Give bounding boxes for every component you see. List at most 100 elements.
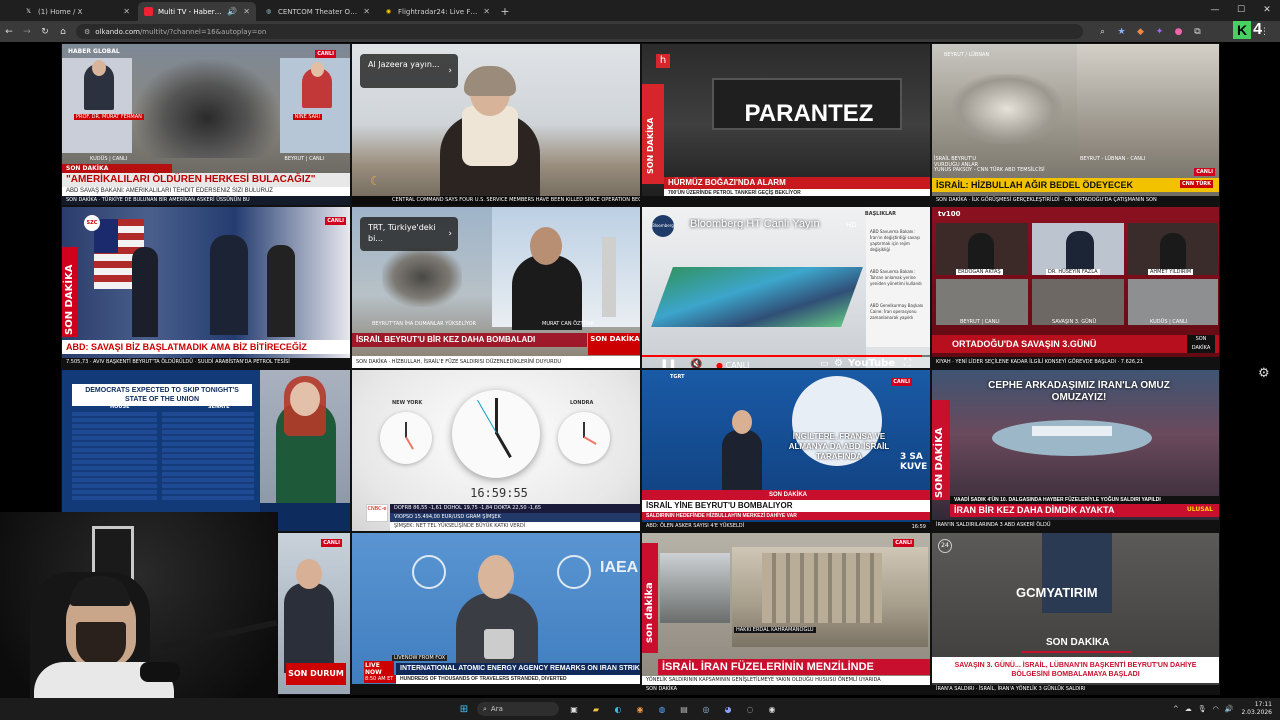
reporter (284, 583, 334, 673)
speaker-icon[interactable]: 🔊 (227, 7, 237, 16)
tab-flightradar[interactable]: ◉ Flightradar24: Live Flight Track... ✕ (378, 2, 496, 21)
app-icon[interactable]: ◍ (653, 702, 671, 716)
tv-tile-al-jazeera[interactable]: Al Jazeera yayın... › ☾ CENTRAL COMMAND … (351, 43, 641, 206)
sozcu-logo: SZC (84, 215, 100, 231)
channel-card[interactable]: Al Jazeera yayın... › (360, 54, 458, 88)
aljazeera-logo: ☾ (370, 174, 381, 188)
tab-home-x[interactable]: 𝕏 (1) Home / X ✕ (18, 2, 136, 21)
tv-tile-tv100[interactable]: ERDOĞAN AKTAŞ DR. HÜSEYİN FAZLA AHMET YI… (931, 206, 1220, 369)
tab-label: CENTCOM Theater Operations (278, 7, 359, 16)
breaking-label: SON DURUM (286, 663, 346, 685)
guest (968, 233, 994, 273)
tv-tile-haber-global[interactable]: HABER GLOBAL CANLI PROF. DR. MURAT FERMA… (61, 43, 351, 206)
tv-tile-a-haber[interactable]: son dakika CANLI HAKKI ERDAL KAHRAMANOĞL… (641, 532, 931, 695)
youtube-logo[interactable]: YouTube (848, 358, 895, 368)
location-label: KUDÜS | CANLI (1150, 319, 1188, 325)
home-icon[interactable]: ⌂ (54, 27, 72, 37)
close-tab-icon[interactable]: ✕ (243, 7, 250, 16)
tv-tile-sozcu[interactable]: SZC CANLI SON DAKİKA ABD: SAVAŞI BİZ BAŞ… (61, 206, 351, 369)
file-explorer-icon[interactable]: ▰ (587, 702, 605, 716)
news-ticker: SON DAKİKA · İLK GÖRÜŞMESİ GERÇEKLEŞTİRİ… (932, 196, 1219, 205)
cloud-icon[interactable]: ☁ (1185, 705, 1192, 713)
bookmark-star-icon[interactable]: ★ (1112, 27, 1131, 37)
edge-icon[interactable]: ◐ (609, 702, 627, 716)
tv-tile-cnbc-e[interactable]: NEW YORK LONDRA 16:59:55 CNBC-e DOFRB 86… (351, 369, 641, 532)
taskbar-search[interactable]: ⌕ Ara (477, 702, 559, 716)
live-indicator: ● CANLI (716, 361, 750, 369)
news-ticker: SON DAKİKA · TÜRKİYE DE BULUNAN BİR AMER… (62, 196, 350, 205)
task-view-icon[interactable]: ▣ (565, 702, 583, 716)
wifi-icon[interactable]: ◠ (1213, 705, 1219, 713)
headline: ABD: SAVAŞI BİZ BAŞLATMADIK AMA BİZ BİTİ… (62, 340, 350, 354)
tv-tile-tgrt[interactable]: İNGİLTERE, FRANSA VE ALMANYA DA ABD-İSRA… (641, 369, 931, 532)
live-now-badge: LIVENOW FROM FOX (392, 655, 448, 661)
mute-icon[interactable]: 🔇 (690, 359, 702, 368)
tv-tile-bloomberg-ht[interactable]: BAŞLIKLAR ABD Savunma Bakanı: İran'ın de… (641, 206, 931, 369)
live-badge: CANLI (891, 378, 912, 386)
tv-tile-fox-iaea[interactable]: IAEA LIVENOW FROM FOX LIVE NOW INTERNATI… (351, 532, 641, 695)
digital-clock: 16:59:55 (470, 486, 528, 500)
volume-icon[interactable]: 🔊 (1225, 705, 1234, 713)
banner: CEPHE ARKADAŞIMIZ İRAN'LA OMUZ OMUZAYIZ! (988, 380, 1170, 403)
chrome-icon[interactable]: ◉ (631, 702, 649, 716)
settings-icon[interactable]: ⚙ (834, 358, 843, 368)
taskbar-clock[interactable]: 17:11 2.03.2026 (1241, 701, 1272, 717)
maximize-icon[interactable]: ☐ (1228, 0, 1254, 21)
speaker (210, 235, 248, 335)
subtitles-icon[interactable]: ▭ (820, 359, 829, 368)
live-badge: CANLI (1194, 168, 1215, 176)
close-tab-icon[interactable]: ✕ (483, 7, 490, 16)
tv-tile-24[interactable]: 24 GCMYATIRIM SON DAKİKA SAVAŞIN 3. GÜNÜ… (931, 532, 1220, 695)
tv-tile-nbc[interactable]: DEMOCRATS EXPECTED TO SKIP TONIGHT'S STA… (61, 369, 351, 532)
close-tab-icon[interactable]: ✕ (123, 7, 130, 16)
pause-icon[interactable]: ❚❚ (660, 359, 677, 368)
search-icon: ⌕ (483, 704, 487, 713)
live-badge: CANLI (325, 217, 346, 225)
globe-icon: ◍ (265, 8, 272, 15)
windows-start-icon[interactable]: ⊞ (455, 702, 473, 716)
fullscreen-icon[interactable]: ⛶ (904, 358, 911, 368)
forward-arrow-icon[interactable]: → (18, 27, 36, 37)
news-ticker: YÖNELİK SALDIRININ KAPSAMININ GENİŞLETİL… (642, 676, 930, 685)
chevron-up-icon[interactable]: ^ (1173, 705, 1179, 713)
back-arrow-icon[interactable]: ← (0, 27, 18, 37)
obs-icon[interactable]: ◉ (763, 702, 781, 716)
extensions-puzzle-icon[interactable]: ⧉ (1188, 27, 1207, 37)
tv-tile-halk-tv[interactable]: PARANTEZ h SON DAKİKA HÜRMÜZ BOĞAZI'NDA … (641, 43, 931, 206)
headline: İSRAİL YİNE BEYRUT'U BOMBALIYOR (642, 500, 930, 512)
zoom-icon[interactable]: ⌕ (1093, 27, 1112, 37)
steam-icon[interactable]: ◎ (697, 702, 715, 716)
tab-multi-tv[interactable]: Multi TV - Haber kanalları... 🔊 ✕ (138, 2, 256, 21)
store-icon[interactable]: ▤ (675, 702, 693, 716)
discord-icon[interactable]: ◕ (719, 702, 737, 716)
close-window-icon[interactable]: ✕ (1254, 0, 1280, 21)
location-label: BEYRUT / LÜBNAN (944, 52, 990, 58)
guest-name: DR. HÜSEYİN FAZLA (1046, 269, 1100, 275)
extension-icon[interactable]: ◆ (1131, 27, 1150, 37)
reporter-name: YUNUS PAKSOY - CNN TÜRK ABD TEMSİLCİSİ (934, 167, 1045, 173)
channel-logo: CNN TÜRK (1180, 180, 1213, 188)
tv-tile-trt-haber[interactable]: TRT, Türkiye'deki bi... › BEYRUT'TAN İHA… (351, 206, 641, 369)
news-ticker (352, 684, 640, 694)
site-info-icon[interactable]: ⚙ (84, 28, 90, 36)
breaking-label: SON DAKİKA (588, 333, 640, 355)
app-icon[interactable]: ◌ (741, 702, 759, 716)
tab-centcom[interactable]: ◍ CENTCOM Theater Operations ✕ (258, 2, 376, 21)
channel-card[interactable]: TRT, Türkiye'deki bi... › (360, 217, 458, 251)
sidebar-item: ABD Savunma Bakanı: İran'ın değiştirdiği… (870, 229, 920, 252)
news-ticker: ŞİMŞEK: NET TEL YÜKSELİŞİNDE BÜYÜK KATKI… (390, 522, 640, 531)
close-tab-icon[interactable]: ✕ (363, 7, 370, 16)
new-tab-button[interactable]: + (498, 2, 512, 21)
tv-tile-cnn-turk[interactable]: BEYRUT / LÜBNAN İSRAİL BEYRUT'U VURDUĞU … (931, 43, 1220, 206)
settings-gear-icon[interactable]: ⚙ (1258, 366, 1270, 381)
tv-tile-ulusal[interactable]: CEPHE ARKADAŞIMIZ İRAN'LA OMUZ OMUZAYIZ!… (931, 369, 1220, 532)
address-bar: ← → ↻ ⌂ ⚙ olkando.com /multitv/?channel=… (0, 21, 1280, 42)
news-ticker: ABD: ÖLEN ASKER SAYISI 4'E YÜKSELDİ (642, 522, 930, 531)
url-field[interactable]: ⚙ olkando.com /multitv/?channel=16&autop… (76, 24, 1083, 39)
reload-icon[interactable]: ↻ (36, 27, 54, 37)
microphone-icon[interactable]: 🎙 (1198, 705, 1207, 713)
extension-icon[interactable]: ● (1169, 27, 1188, 37)
minimize-icon[interactable]: — (1202, 0, 1228, 21)
clock-time: 17:11 (1254, 701, 1272, 708)
extension-icon[interactable]: ✦ (1150, 27, 1169, 37)
